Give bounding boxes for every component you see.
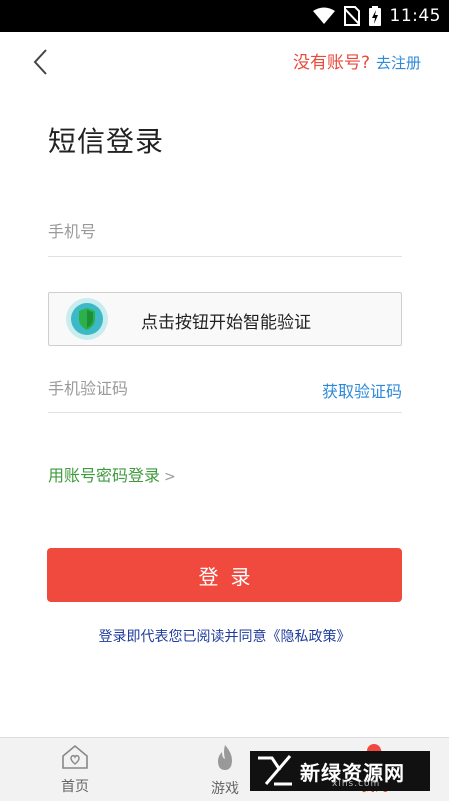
watermark-subtext: xlhs.com [332, 779, 381, 789]
login-button[interactable]: 登录 [47, 548, 402, 602]
register-link[interactable]: 去注册 [376, 52, 421, 73]
back-button[interactable] [28, 46, 58, 80]
chevron-right-icon: > [164, 469, 176, 485]
register-prompt: 没有账号? 去注册 [293, 48, 421, 73]
chevron-left-icon [33, 49, 47, 75]
sms-code-input[interactable] [48, 364, 298, 412]
agreement-text: 登录即代表您已阅读并同意《隐私政策》 [0, 626, 449, 646]
password-login-label: 用账号密码登录 [48, 466, 161, 485]
status-bar: 11:45 [0, 0, 449, 32]
nav-games[interactable]: 游戏 [195, 744, 255, 798]
get-code-button[interactable]: 获取验证码 [322, 378, 402, 402]
battery-charging-icon [368, 6, 381, 26]
verify-text: 点击按钮开始智能验证 [141, 313, 311, 333]
home-icon [62, 744, 88, 769]
wifi-icon [312, 7, 335, 24]
privacy-policy-link[interactable]: 《隐私政策》 [267, 629, 351, 645]
agreement-prefix: 登录即代表您已阅读并同意 [98, 629, 267, 645]
nav-home[interactable]: 首页 [45, 744, 105, 796]
page-title: 短信登录 [48, 125, 165, 158]
phone-input[interactable] [48, 206, 298, 256]
status-time: 11:45 [389, 6, 441, 26]
nav-home-label: 首页 [61, 779, 89, 795]
nav-games-label: 游戏 [211, 781, 239, 797]
no-account-text: 没有账号? [292, 53, 370, 73]
status-icons: 11:45 [312, 5, 442, 27]
password-login-link[interactable]: 用账号密码登录 > [48, 462, 176, 486]
shield-check-icon [66, 298, 108, 340]
no-sim-icon [343, 6, 360, 26]
smart-verify-button[interactable]: 点击按钮开始智能验证 [48, 292, 402, 346]
sms-code-field: 获取验证码 [48, 364, 402, 413]
phone-field [48, 206, 402, 257]
flame-icon [218, 745, 232, 770]
watermark-logo-icon [258, 755, 292, 786]
